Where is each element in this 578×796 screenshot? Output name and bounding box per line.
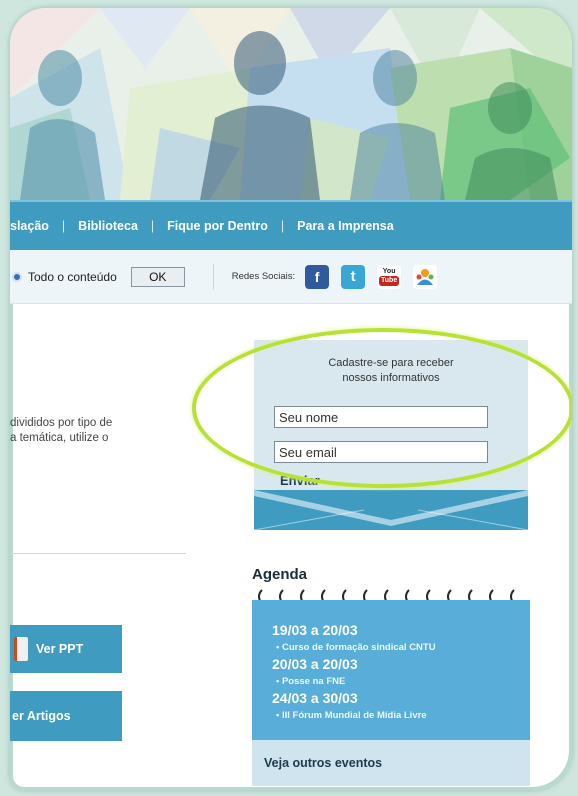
divider [10, 553, 186, 554]
event-date[interactable]: 24/03 a 30/03 [272, 690, 358, 706]
search-scope-radio[interactable] [12, 271, 22, 282]
event-description[interactable]: • Curso de formação sindical CNTU [276, 642, 436, 653]
nav-item-para-a-imprensa[interactable]: Para a Imprensa [297, 219, 394, 233]
nav-item-biblioteca[interactable]: Biblioteca [78, 219, 138, 233]
nav-item-legislacao[interactable]: slação [10, 219, 49, 233]
nav-separator: | [280, 219, 285, 233]
header-banner [10, 8, 572, 200]
agenda-title: Agenda [252, 566, 308, 583]
facebook-icon[interactable]: f [305, 264, 330, 289]
envelope-icon [254, 490, 528, 530]
intro-line: a temática, utilize o [10, 432, 109, 444]
intro-text: divididos por tipo de a temática, utiliz… [10, 416, 112, 446]
more-events-link[interactable]: Veja outros eventos [252, 740, 530, 786]
twitter-icon[interactable]: t [341, 264, 366, 289]
event-description[interactable]: • Posse na FNE [276, 676, 345, 687]
ppt-icon [14, 637, 28, 661]
search-scope-label: Todo o conteúdo [28, 269, 117, 284]
divider [212, 263, 214, 290]
youtube-icon-bottom: Tube [379, 275, 400, 286]
ver-artigos-label: er Artigos [12, 709, 71, 723]
intro-line: divididos por tipo de [10, 417, 113, 429]
social-network-icon[interactable] [413, 264, 438, 289]
youtube-icon[interactable]: You Tube [377, 264, 402, 289]
nav-separator: | [150, 219, 155, 233]
agenda-calendar: 19/03 a 20/03 • Curso de formação sindic… [252, 600, 530, 740]
event-description[interactable]: • III Fórum Mundial de Mídia Livre [276, 710, 427, 721]
highlight-ellipse [192, 328, 572, 488]
website-panel: slação | Biblioteca | Fique por Dentro |… [10, 8, 572, 790]
ver-ppt-label: Ver PPT [36, 642, 84, 656]
ver-artigos-button[interactable]: er Artigos [10, 691, 122, 741]
search-ok-button[interactable]: OK [130, 266, 185, 287]
main-nav: slação | Biblioteca | Fique por Dentro |… [10, 200, 572, 250]
event-date[interactable]: 20/03 a 20/03 [272, 656, 358, 672]
nav-item-fique-por-dentro[interactable]: Fique por Dentro [167, 219, 268, 233]
event-date[interactable]: 19/03 a 20/03 [272, 622, 358, 638]
social-label: Redes Sociais: [231, 271, 296, 282]
youtube-icon-top: You [382, 267, 396, 275]
nav-separator: | [61, 219, 66, 233]
search-bar: Todo o conteúdo OK Redes Sociais: f t Yo… [10, 250, 572, 304]
ver-ppt-button[interactable]: Ver PPT [10, 625, 122, 673]
